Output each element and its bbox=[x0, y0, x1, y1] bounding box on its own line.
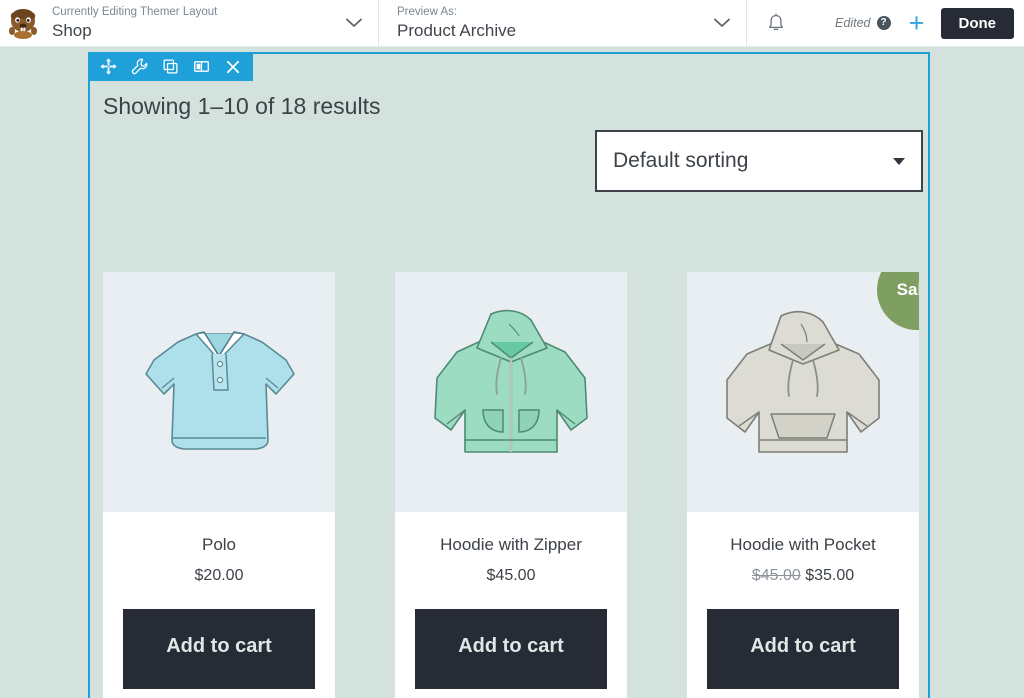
editing-selector-texts: Currently Editing Themer Layout Shop bbox=[52, 5, 336, 42]
edited-status: Edited ? bbox=[835, 0, 894, 46]
product-image[interactable] bbox=[103, 272, 335, 512]
preview-selector-texts: Preview As: Product Archive bbox=[397, 5, 704, 42]
editing-value: Shop bbox=[52, 20, 336, 42]
wrench-icon bbox=[131, 58, 148, 75]
module-toolbar bbox=[88, 52, 253, 81]
polo-shirt-image bbox=[134, 312, 304, 472]
zip-hoodie-image bbox=[421, 306, 601, 478]
product-card[interactable]: Sale! Hoodie w bbox=[687, 272, 919, 698]
settings-button[interactable] bbox=[125, 52, 154, 81]
notification-bell-icon bbox=[767, 13, 785, 33]
done-button[interactable]: Done bbox=[941, 8, 1015, 39]
preview-value: Product Archive bbox=[397, 20, 704, 42]
price-original: $45.00 bbox=[752, 567, 801, 584]
product-title[interactable]: Polo bbox=[103, 534, 335, 556]
admin-bar-spacer bbox=[805, 0, 835, 46]
question-mark-icon[interactable]: ? bbox=[877, 16, 891, 30]
add-content-button[interactable]: + bbox=[895, 0, 939, 46]
copy-icon bbox=[162, 58, 179, 75]
product-title[interactable]: Hoodie with Pocket bbox=[687, 534, 919, 556]
beaver-builder-logo-icon bbox=[6, 7, 40, 39]
product-price: $20.00 bbox=[103, 565, 335, 587]
preview-label: Preview As: bbox=[397, 5, 704, 20]
close-x-icon bbox=[225, 59, 241, 75]
remove-button[interactable] bbox=[218, 52, 247, 81]
chevron-down-icon bbox=[712, 13, 732, 33]
column-button[interactable] bbox=[187, 52, 216, 81]
add-to-cart-button[interactable]: Add to cart bbox=[123, 609, 315, 689]
chevron-down-icon bbox=[344, 13, 364, 33]
notifications-button[interactable] bbox=[747, 0, 805, 46]
price-current: $35.00 bbox=[805, 567, 854, 584]
product-image[interactable] bbox=[395, 272, 627, 512]
product-image[interactable]: Sale! bbox=[687, 272, 919, 512]
price-current: $45.00 bbox=[487, 567, 536, 584]
move-handle[interactable] bbox=[94, 52, 123, 81]
columns-icon bbox=[193, 58, 210, 75]
caret-down-icon bbox=[893, 158, 905, 165]
shop-archive: Showing 1–10 of 18 results Default sorti… bbox=[90, 81, 928, 698]
editing-layout-selector[interactable]: Currently Editing Themer Layout Shop bbox=[46, 0, 378, 46]
pocket-hoodie-image bbox=[713, 306, 893, 478]
product-title[interactable]: Hoodie with Zipper bbox=[395, 534, 627, 556]
edited-label: Edited bbox=[835, 16, 870, 30]
shop-header-row: Showing 1–10 of 18 results Default sorti… bbox=[90, 81, 928, 191]
product-card[interactable]: Polo $20.00 Add to cart bbox=[103, 272, 335, 698]
sorting-select[interactable]: Default sorting bbox=[595, 130, 923, 192]
beaver-builder-logo[interactable] bbox=[0, 0, 46, 46]
result-count-label: Showing 1–10 of 18 results bbox=[103, 93, 380, 120]
admin-bar: Currently Editing Themer Layout Shop Pre… bbox=[0, 0, 1024, 47]
plus-icon: + bbox=[909, 10, 925, 37]
arrows-move-icon bbox=[100, 58, 117, 75]
editing-label: Currently Editing Themer Layout bbox=[52, 5, 336, 20]
editor-canvas: Showing 1–10 of 18 results Default sorti… bbox=[0, 47, 1024, 698]
product-price: $45.00 $35.00 bbox=[687, 565, 919, 587]
product-price: $45.00 bbox=[395, 565, 627, 587]
product-card[interactable]: Hoodie with Zipper $45.00 Add to cart bbox=[395, 272, 627, 698]
add-to-cart-button[interactable]: Add to cart bbox=[415, 609, 607, 689]
duplicate-button[interactable] bbox=[156, 52, 185, 81]
add-to-cart-button[interactable]: Add to cart bbox=[707, 609, 899, 689]
preview-as-selector[interactable]: Preview As: Product Archive bbox=[378, 0, 746, 46]
product-grid: Polo $20.00 Add to cart bbox=[103, 272, 927, 698]
sorting-selected-value: Default sorting bbox=[613, 149, 893, 173]
price-current: $20.00 bbox=[195, 567, 244, 584]
